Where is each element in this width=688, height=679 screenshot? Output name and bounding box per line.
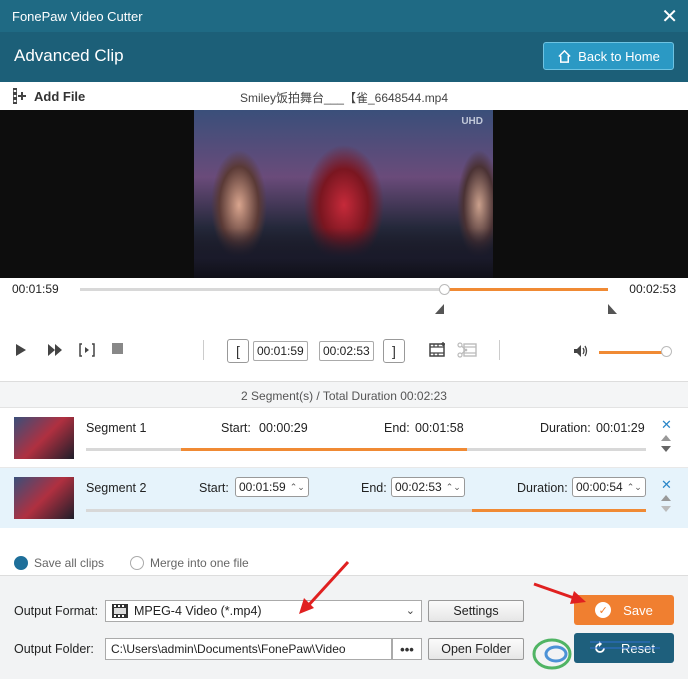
header: Advanced Clip Back to Home — [0, 32, 688, 82]
segment-end-spinbox[interactable]: 00:02:53 ⌃⌄ — [391, 477, 465, 497]
segment-duration-value: 00:00:54 — [576, 480, 623, 494]
segment-start-spinbox[interactable]: 00:01:59 ⌃⌄ — [235, 477, 309, 497]
start-time-field[interactable]: 00:01:59 — [253, 341, 308, 361]
save-label: Save — [623, 602, 653, 618]
segment-progress-bar — [86, 448, 646, 451]
video-crowd — [194, 228, 493, 278]
timeline: 00:01:59 00:02:53 — [0, 278, 688, 318]
playback-controls: [ 00:01:59 00:02:53 ] — [0, 318, 688, 382]
segment-end-label: End: — [384, 421, 410, 435]
video-filename: Smiley饭拍舞台___【雀_6648544.mp4 — [239, 91, 449, 105]
video-frame[interactable]: UHD — [194, 110, 493, 278]
segment-thumbnail — [14, 417, 74, 459]
split-segment-icon[interactable] — [457, 341, 477, 359]
frame-step-icon[interactable] — [79, 343, 95, 357]
spin-chevron-icon: ⌃⌄ — [289, 481, 305, 492]
spin-chevron-icon: ⌃⌄ — [626, 481, 642, 492]
output-format-value: MPEG-4 Video (*.mp4) — [134, 604, 262, 618]
add-segment-icon[interactable] — [429, 341, 447, 359]
volume-slider-handle[interactable] — [661, 346, 672, 357]
title-bar: FonePaw Video Cutter ✕ — [0, 0, 688, 32]
segment-duration-spinbox[interactable]: 00:00:54 ⌃⌄ — [572, 477, 646, 497]
timeline-start-time: 00:01:59 — [12, 282, 59, 296]
stop-icon[interactable] — [112, 343, 123, 354]
segment-start-value: 00:00:29 — [259, 421, 308, 435]
fast-forward-icon[interactable] — [47, 343, 63, 357]
move-up-icon[interactable] — [661, 435, 671, 441]
segment-row[interactable]: Segment 1 Start: 00:00:29 End: 00:01:58 … — [0, 408, 688, 468]
film-icon — [112, 604, 128, 618]
delete-segment-icon[interactable]: ✕ — [661, 477, 672, 493]
merge-into-one-radio[interactable]: Merge into one file — [130, 556, 249, 570]
segment-progress-bar — [86, 509, 646, 512]
separator — [499, 340, 500, 360]
segment-thumbnail — [14, 477, 74, 519]
settings-button[interactable]: Settings — [428, 600, 524, 622]
volume-slider-track[interactable] — [599, 351, 667, 354]
output-format-label: Output Format: — [14, 604, 99, 618]
segment-row[interactable]: Segment 2 Start: 00:01:59 ⌃⌄ End: 00:02:… — [0, 468, 688, 528]
move-down-icon[interactable] — [661, 506, 671, 512]
open-folder-button[interactable]: Open Folder — [428, 638, 524, 660]
file-bar: Add File Smiley饭拍舞台___【雀_6648544.mp4 — [0, 82, 688, 110]
volume-icon[interactable] — [573, 344, 589, 358]
timeline-playhead[interactable] — [439, 284, 451, 295]
spin-chevron-icon: ⌃⌄ — [445, 481, 461, 492]
close-icon[interactable]: ✕ — [661, 4, 678, 29]
move-down-icon[interactable] — [661, 446, 671, 452]
browse-folder-button[interactable]: ••• — [392, 638, 422, 660]
chevron-down-icon: ⌄ — [405, 605, 415, 617]
back-to-home-button[interactable]: Back to Home — [543, 42, 674, 70]
video-preview-area: UHD — [0, 110, 688, 278]
home-icon — [558, 49, 571, 63]
end-time-field[interactable]: 00:02:53 — [319, 341, 374, 361]
set-end-button[interactable]: ] — [383, 339, 405, 363]
segment-end-value: 00:01:58 — [415, 421, 464, 435]
save-all-clips-label: Save all clips — [34, 556, 105, 570]
end-marker-handle[interactable] — [608, 304, 617, 314]
back-to-home-label: Back to Home — [578, 48, 660, 64]
move-up-icon[interactable] — [661, 495, 671, 501]
output-format-select[interactable]: MPEG-4 Video (*.mp4) ⌄ — [105, 600, 422, 622]
segment-end-value: 00:02:53 — [395, 480, 442, 494]
output-folder-label: Output Folder: — [14, 642, 94, 656]
segment-name: Segment 1 — [86, 421, 147, 435]
segment-duration-label: Duration: — [517, 481, 568, 495]
start-marker-handle[interactable] — [435, 304, 445, 314]
segment-progress-fill — [472, 509, 646, 512]
timeline-end-time: 00:02:53 — [629, 282, 676, 296]
segment-end-label: End: — [361, 481, 387, 495]
segment-duration-label: Duration: — [540, 421, 591, 435]
reset-label: Reset — [621, 640, 655, 656]
segment-start-label: Start: — [199, 481, 229, 495]
save-all-clips-radio[interactable]: Save all clips — [14, 556, 104, 570]
radio-dot — [14, 556, 28, 570]
segment-summary: 2 Segment(s) / Total Duration 00:02:23 — [0, 382, 688, 408]
reset-icon — [595, 641, 605, 653]
reset-button[interactable]: Reset — [574, 633, 674, 663]
segment-progress-fill — [181, 448, 467, 451]
page-title: Advanced Clip — [14, 46, 124, 65]
save-button[interactable]: ✓ Save — [574, 595, 674, 625]
play-icon[interactable] — [15, 343, 27, 357]
output-folder-field[interactable]: C:\Users\admin\Documents\FonePaw\Video — [105, 638, 392, 660]
video-logo: UHD — [461, 116, 483, 127]
segment-start-value: 00:01:59 — [239, 480, 286, 494]
segment-duration-value: 00:01:29 — [596, 421, 645, 435]
merge-into-one-label: Merge into one file — [150, 556, 249, 570]
timeline-track[interactable] — [80, 284, 608, 295]
segment-name: Segment 2 — [86, 481, 147, 495]
set-start-button[interactable]: [ — [227, 339, 249, 363]
save-mode-row: Save all clips Merge into one file — [0, 528, 688, 576]
app-title: FonePaw Video Cutter — [12, 9, 143, 24]
output-panel: Output Format: MPEG-4 Video (*.mp4) ⌄ Se… — [0, 576, 688, 679]
radio-dot — [130, 556, 144, 570]
separator — [203, 340, 204, 360]
delete-segment-icon[interactable]: ✕ — [661, 417, 672, 433]
segment-start-label: Start: — [221, 421, 251, 435]
check-icon: ✓ — [595, 602, 612, 618]
timeline-selection — [444, 288, 608, 291]
